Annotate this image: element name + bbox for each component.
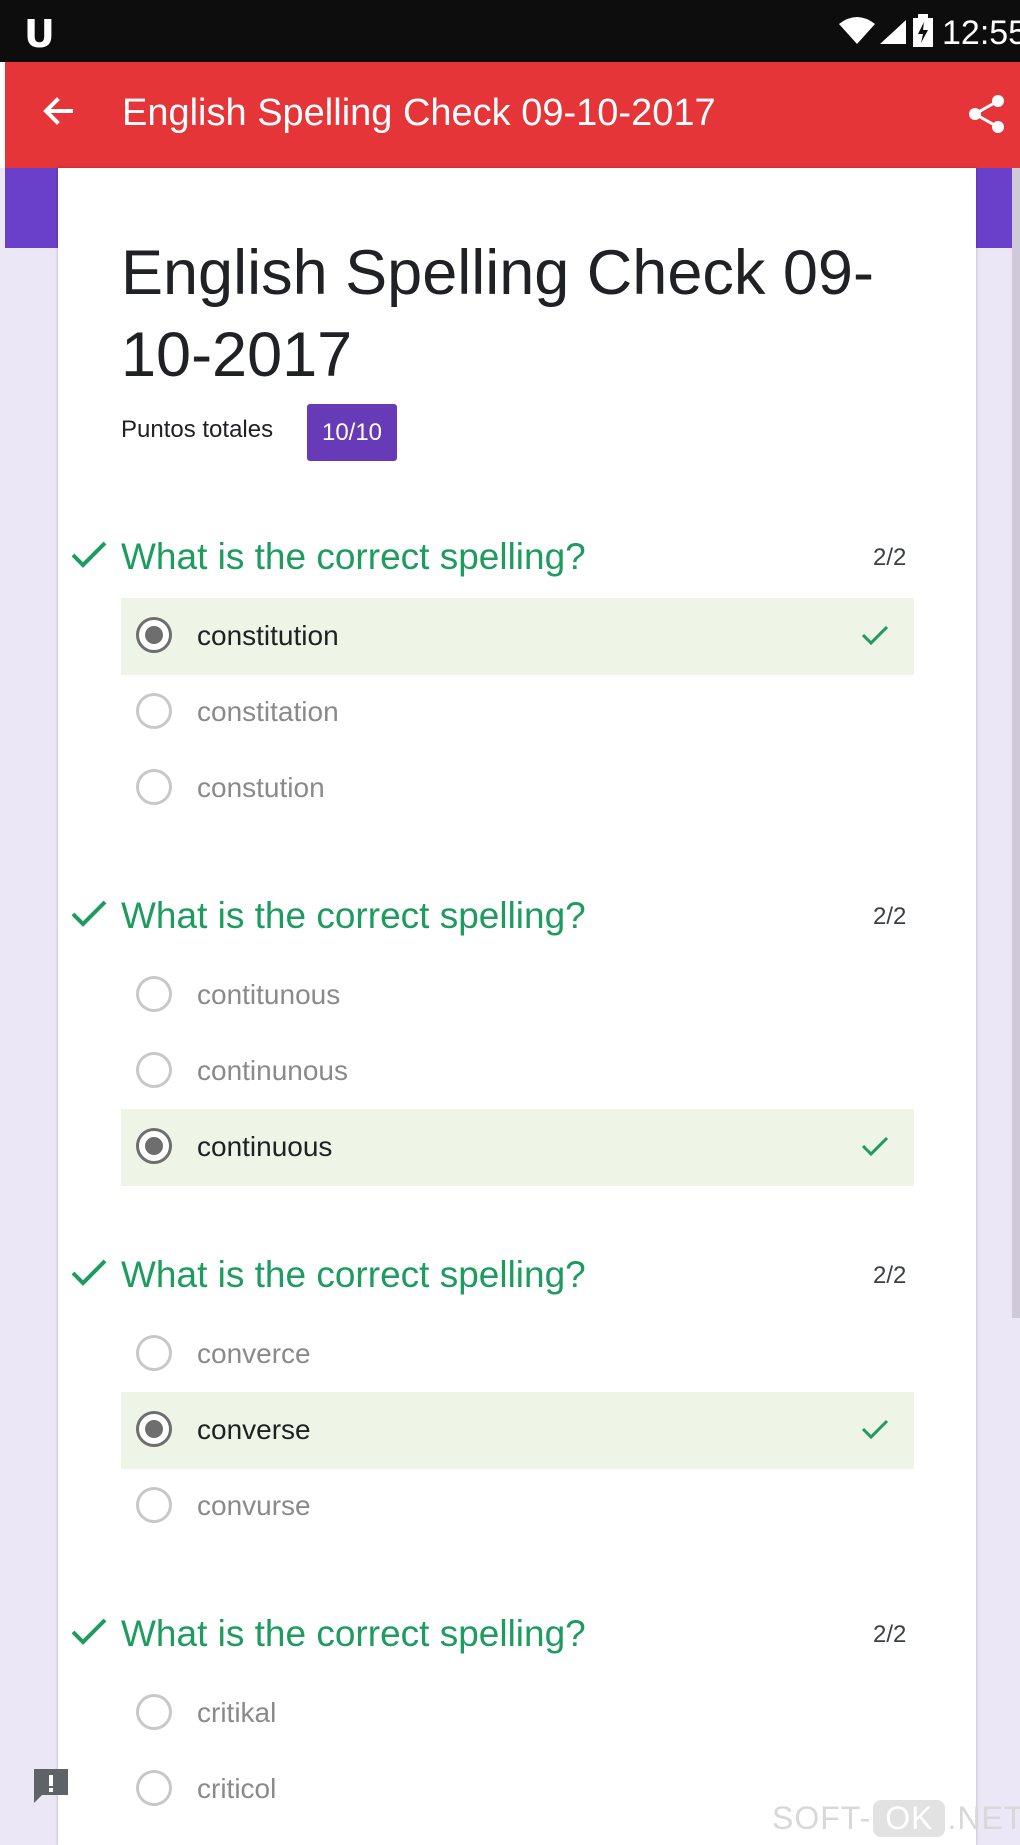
question-score: 2/2: [873, 1262, 907, 1289]
option-item[interactable]: continunous: [121, 1033, 914, 1110]
check-icon: [861, 1135, 889, 1162]
question-title: What is the correct spelling?: [121, 895, 586, 936]
points-label: Puntos totales: [121, 416, 274, 443]
radio-checked-icon[interactable]: [136, 1128, 172, 1164]
option-item[interactable]: constution: [121, 750, 914, 827]
feedback-icon[interactable]: [30, 1765, 72, 1812]
option-label: contitunous: [197, 979, 341, 1010]
option-label: constution: [197, 772, 325, 803]
check-icon: [70, 899, 108, 934]
radio-unchecked-icon[interactable]: [136, 1335, 172, 1371]
watermark: SOFT- OK .NET: [772, 1800, 1020, 1837]
radio-unchecked-icon[interactable]: [136, 693, 172, 729]
check-icon: [861, 1418, 889, 1445]
background-left: [0, 168, 58, 1845]
points-badge: 10/10: [307, 404, 397, 461]
question-title: What is the correct spelling?: [121, 1613, 586, 1654]
radio-unchecked-icon[interactable]: [136, 1487, 172, 1523]
option-item[interactable]: constitution: [121, 598, 914, 675]
question-score: 2/2: [873, 544, 907, 571]
check-icon: [70, 1617, 108, 1652]
option-label: criticol: [197, 1773, 277, 1804]
battery-icon: [912, 14, 934, 53]
radio-unchecked-icon[interactable]: [136, 1052, 172, 1088]
radio-unchecked-icon[interactable]: [136, 769, 172, 805]
form-title: English Spelling Check 09-10-2017: [121, 238, 874, 390]
radio-checked-icon[interactable]: [136, 1411, 172, 1447]
option-label: continunous: [197, 1055, 349, 1086]
arrow-left-icon[interactable]: [41, 94, 75, 133]
carrier-logo-icon: U: [24, 12, 55, 56]
watermark-prefix: SOFT-: [772, 1800, 872, 1836]
option-item[interactable]: convurse: [121, 1468, 914, 1545]
signal-icon: [878, 18, 908, 51]
header-accent-left: [5, 168, 58, 248]
watermark-suffix: .NET: [947, 1800, 1020, 1836]
wifi-icon: [838, 16, 876, 51]
radio-unchecked-icon[interactable]: [136, 976, 172, 1012]
option-label: constitation: [197, 696, 339, 727]
radio-unchecked-icon[interactable]: [136, 1770, 172, 1806]
question-title: What is the correct spelling?: [121, 1254, 586, 1295]
option-item[interactable]: critikal: [121, 1675, 914, 1752]
app-bar-title: English Spelling Check 09-10-2017: [122, 92, 716, 134]
status-time: 12:55: [942, 14, 1020, 52]
check-icon: [70, 1258, 108, 1293]
status-bar: U 12:55: [0, 0, 1020, 62]
share-icon[interactable]: [967, 94, 1007, 139]
option-label: convurse: [197, 1490, 311, 1521]
option-label: converse: [197, 1414, 311, 1445]
option-item[interactable]: constitation: [121, 674, 914, 751]
option-item[interactable]: contitunous: [121, 957, 914, 1034]
check-icon: [861, 624, 889, 651]
option-label: constitution: [197, 620, 339, 651]
option-item[interactable]: converce: [121, 1316, 914, 1393]
option-item[interactable]: converse: [121, 1392, 914, 1469]
app-bar: English Spelling Check 09-10-2017: [5, 62, 1020, 168]
option-item[interactable]: continuous: [121, 1109, 914, 1186]
question-score: 2/2: [873, 1621, 907, 1648]
check-icon: [70, 540, 108, 575]
radio-checked-icon[interactable]: [136, 617, 172, 653]
option-label: continuous: [197, 1131, 333, 1162]
option-label: critikal: [197, 1697, 277, 1728]
scrollbar[interactable]: [1012, 168, 1020, 1318]
option-label: converce: [197, 1338, 311, 1369]
radio-unchecked-icon[interactable]: [136, 1694, 172, 1730]
question-score: 2/2: [873, 903, 907, 930]
question-title: What is the correct spelling?: [121, 536, 586, 577]
watermark-ok: OK: [873, 1800, 946, 1837]
